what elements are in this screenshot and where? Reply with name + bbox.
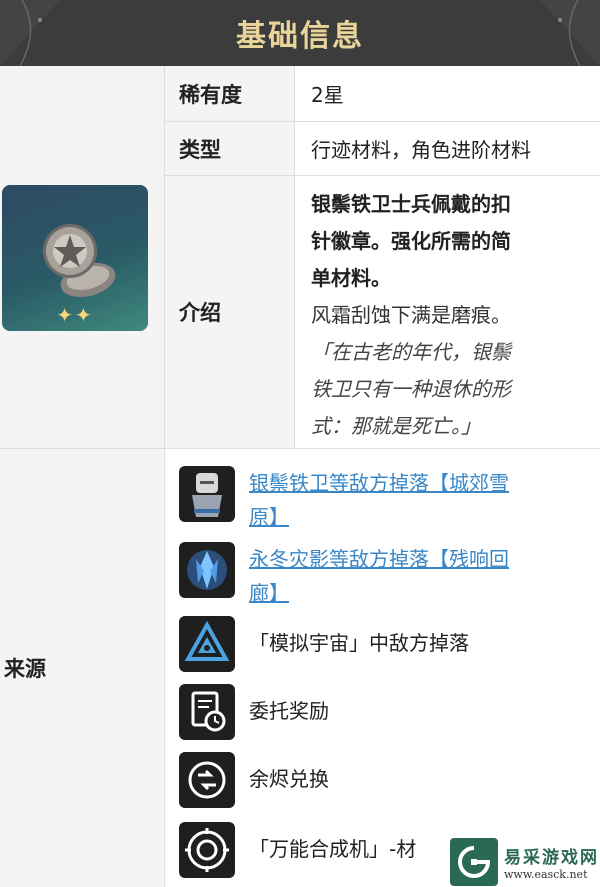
source-link-silvermane[interactable]: 银鬃铁卫等敌方掉落【城郊雪 原】 (249, 466, 509, 534)
source-text-assignment: 委托奖励 (249, 699, 329, 723)
ice-crystal-icon (179, 542, 235, 598)
intro-label: 介绍 (165, 176, 295, 449)
section-header: 基础信息 (0, 0, 600, 66)
source-text-simulated-universe: 「模拟宇宙」中敌方掉落 (249, 631, 469, 655)
intro-bold-line: 单材料。 (311, 266, 391, 290)
assignment-icon (179, 684, 235, 740)
silvermane-soldier-icon (179, 466, 235, 522)
intro-bold-line: 银鬃铁卫士兵佩戴的扣 (311, 192, 511, 216)
header-ornament-left-icon (0, 0, 60, 66)
source-item: 「模拟宇宙」中敌方掉落 (179, 616, 599, 672)
source-link-line[interactable]: 廊】 (249, 576, 509, 610)
intro-quote-line: 式：那就是死亡。」 (311, 414, 481, 438)
header-ornament-right-icon (540, 0, 600, 66)
type-value: 行迹材料，角色进阶材料 (295, 122, 600, 176)
intro-text: 银鬃铁卫士兵佩戴的扣 针徽章。强化所需的简 单材料。 风霜刮蚀下满是磨痕。 「在… (311, 186, 591, 445)
intro-plain-line: 风霜刮蚀下满是磨痕。 (311, 303, 511, 327)
source-link-frostspawn[interactable]: 永冬灾影等敌方掉落【残响回 廊】 (249, 542, 509, 610)
synthesizer-icon (179, 822, 235, 878)
source-item: 委托奖励 (179, 684, 599, 740)
rarity-label: 稀有度 (165, 66, 295, 122)
intro-quote-line: 铁卫只有一种退休的形 (311, 377, 511, 401)
source-text-synthesizer: 「万能合成机」-材 (249, 837, 417, 861)
item-image: ✦✦ (2, 185, 148, 331)
source-item[interactable]: 银鬃铁卫等敌方掉落【城郊雪 原】 (179, 466, 599, 534)
intro-bold-line: 针徽章。强化所需的简 (311, 229, 511, 253)
source-link-line[interactable]: 永冬灾影等敌方掉落【残响回 (249, 542, 509, 576)
site-watermark: 易采游戏网 www.easck.net (448, 836, 600, 887)
source-item: 余烬兑换 (179, 752, 599, 808)
source-text-embers: 余烬兑换 (249, 767, 329, 791)
rarity-value: 2星 (295, 66, 600, 122)
watermark-url: www.easck.net (504, 867, 588, 881)
embers-exchange-icon (179, 752, 235, 808)
watermark-name: 易采游戏网 (504, 847, 599, 868)
source-item[interactable]: 永冬灾影等敌方掉落【残响回 廊】 (179, 542, 599, 610)
source-link-line[interactable]: 银鬃铁卫等敌方掉落【城郊雪 (249, 466, 509, 500)
type-label: 类型 (165, 122, 295, 176)
intro-quote-line: 「在古老的年代，银鬃 (311, 340, 511, 364)
source-label: 来源 (0, 449, 165, 887)
page-title: 基础信息 (236, 19, 364, 54)
watermark-logo-icon (450, 837, 498, 886)
source-link-line[interactable]: 原】 (249, 500, 509, 534)
rarity-stars: ✦✦ (56, 303, 94, 327)
simulated-universe-icon (179, 616, 235, 672)
